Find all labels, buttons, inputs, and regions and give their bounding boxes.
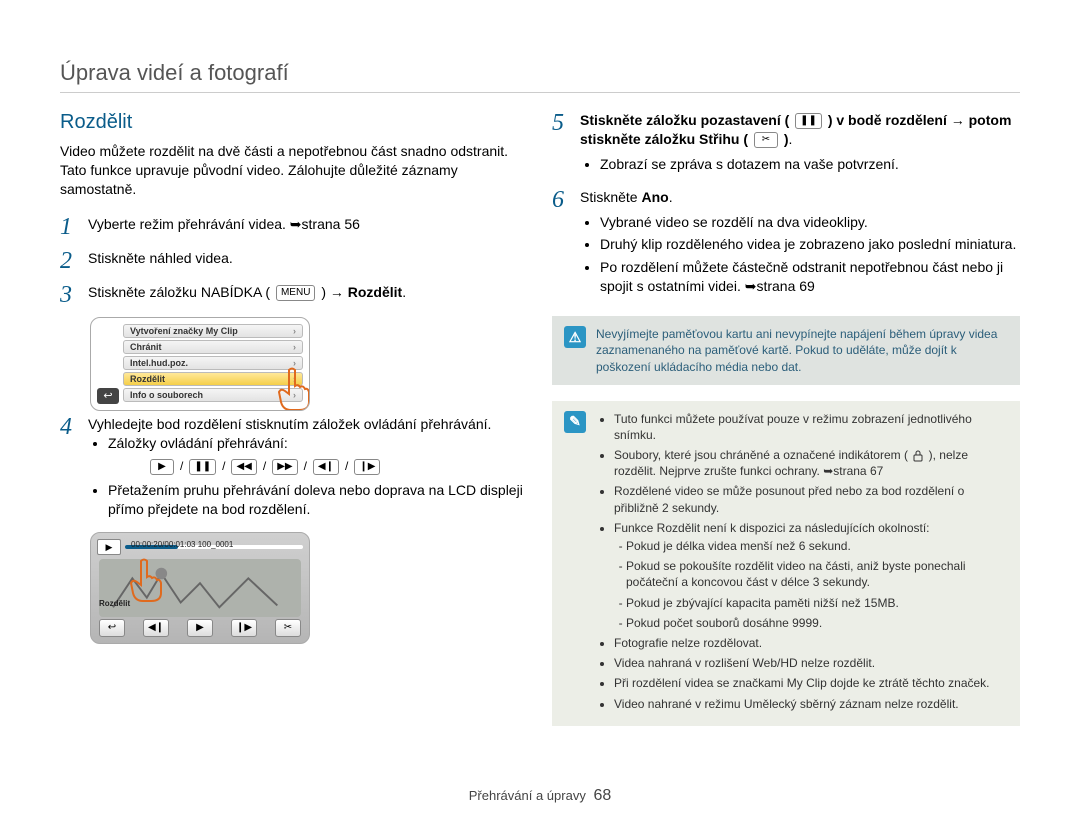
back-icon: ↩	[99, 619, 125, 637]
step-body: Stiskněte záložku pozastavení ( ❚❚ ) v b…	[580, 111, 1020, 178]
page-number: 68	[593, 787, 611, 804]
frame-fwd-icon: ❙▶	[231, 619, 257, 637]
step-text: Vyhledejte bod rozdělení stisknutím zálo…	[88, 415, 528, 434]
step-1: 1 Vyberte režim přehrávání videa. ➥stran…	[60, 215, 528, 239]
step-text-bold: ) v bodě rozdělení	[828, 112, 951, 128]
info-bullet: Při rozdělení videa se značkami My Clip …	[614, 675, 1008, 691]
back-icon: ↩	[97, 388, 119, 404]
step-text-bold: )	[784, 131, 789, 147]
intro-paragraph: Video můžete rozdělit na dvě části a nep…	[60, 142, 528, 199]
lock-icon	[911, 450, 925, 462]
chevron-right-icon: ›	[293, 342, 296, 352]
info-body: Tuto funkci můžete používat pouze v reži…	[596, 411, 1008, 716]
step-body: Vyhledejte bod rozdělení stisknutím zálo…	[88, 415, 528, 523]
info-note: ✎ Tuto funkci můžete používat pouze v re…	[552, 401, 1020, 726]
info-sub-bullet: Pokud je zbývající kapacita paměti nižší…	[626, 595, 1008, 611]
step-number: 4	[60, 415, 80, 523]
step-text: ) →	[321, 284, 347, 300]
step-text: Stiskněte záložku NABÍDKA (	[88, 284, 270, 300]
info-bullet: Tuto funkci můžete používat pouze v reži…	[614, 411, 1008, 443]
menu-item-label: Intel.hud.poz.	[130, 358, 188, 368]
split-screenshot: ▶ 00:00:20/00:01:03 100_0001 Rozdělit ↩ …	[90, 532, 310, 644]
info-bullet: Rozdělené video se může posunout před ne…	[614, 483, 1008, 515]
menu-icon: MENU	[276, 285, 315, 301]
step-text: Stiskněte	[580, 189, 641, 205]
bullet: Přetažením pruhu přehrávání doleva nebo …	[108, 481, 528, 519]
step-number: 3	[60, 283, 80, 307]
menu-item-label: Rozdělit	[130, 374, 165, 384]
step-5: 5 Stiskněte záložku pozastavení ( ❚❚ ) v…	[552, 111, 1020, 178]
page-title: Úprava videí a fotografí	[60, 60, 1020, 93]
bullet: Záložky ovládání přehrávání: ▶/ ❚❚/ ◀◀/ …	[108, 434, 528, 475]
info-text: Soubory, které jsou chráněné a označené …	[614, 448, 908, 462]
pointing-hand-icon	[269, 364, 310, 411]
info-sub-bullet: Pokud je délka videa menší než 6 sekund.	[626, 538, 1008, 554]
bullet: Druhý klip rozděleného videa je zobrazen…	[600, 235, 1020, 254]
right-column: 5 Stiskněte záložku pozastavení ( ❚❚ ) v…	[552, 111, 1020, 779]
info-sub-bullet: Pokud počet souborů dosáhne 9999.	[626, 615, 1008, 631]
control-icons-row: ▶/ ❚❚/ ◀◀/ ▶▶/ ◀❙/ ❙▶	[148, 458, 528, 474]
step-text-bold: Ano	[641, 189, 668, 205]
step-text: Vyberte režim přehrávání videa. ➥strana …	[88, 216, 360, 232]
step-4: 4 Vyhledejte bod rozdělení stisknutím zá…	[60, 415, 528, 523]
menu-item-label: Chránit	[130, 342, 162, 352]
menu-item: Vytvoření značky My Clip ›	[123, 324, 303, 338]
forward-icon: ▶▶	[272, 459, 297, 475]
info-icon: ✎	[564, 411, 586, 433]
cut-icon: ✂	[754, 132, 778, 148]
menu-item-label: Info o souborech	[130, 390, 203, 400]
step-number: 2	[60, 249, 80, 273]
menu-item: Chránit ›	[123, 340, 303, 354]
step-3: 3 Stiskněte záložku NABÍDKA ( MENU ) → R…	[60, 283, 528, 307]
warning-text: Nevyjímejte paměťovou kartu ani nevypíne…	[596, 326, 1008, 375]
play-icon: ▶	[187, 619, 213, 637]
bullet: Vybrané video se rozdělí na dva videokli…	[600, 213, 1020, 232]
chevron-right-icon: ›	[293, 326, 296, 336]
pointing-hand-icon	[121, 555, 171, 605]
pause-icon: ❚❚	[189, 459, 216, 475]
info-bullet: Fotografie nelze rozdělovat.	[614, 635, 1008, 651]
info-text: Funkce Rozdělit není k dispozici za násl…	[614, 521, 930, 535]
bullet-text: Záložky ovládání přehrávání:	[108, 435, 288, 451]
warning-note: ⚠ Nevyjímejte paměťovou kartu ani nevypí…	[552, 316, 1020, 385]
warning-icon: ⚠	[564, 326, 586, 348]
menu-screenshot: Vytvoření značky My Clip › Chránit › Intel…	[90, 317, 310, 411]
step-text-bold: Stiskněte záložku pozastavení (	[580, 112, 793, 128]
bullet: Zobrazí se zpráva s dotazem na vaše potv…	[600, 155, 1020, 174]
timecode: 00:00:20/00:01:03 100_0001	[131, 540, 233, 549]
step-body: Stiskněte náhled videa.	[88, 249, 528, 273]
left-column: Rozdělit Video můžete rozdělit na dvě čá…	[60, 111, 528, 779]
pause-icon: ❚❚	[795, 113, 822, 129]
frame-fwd-icon: ❙▶	[354, 459, 380, 475]
step-body: Vyberte režim přehrávání videa. ➥strana …	[88, 215, 528, 239]
play-thumb-icon: ▶	[97, 539, 121, 555]
step-number: 1	[60, 215, 80, 239]
frame-back-icon: ◀❙	[143, 619, 169, 637]
step-body: Stiskněte Ano. Vybrané video se rozdělí …	[580, 188, 1020, 300]
step-number: 6	[552, 188, 572, 300]
info-bullet: Video nahrané v režimu Umělecký sběrný z…	[614, 696, 1008, 712]
info-bullet: Soubory, které jsou chráněné a označené …	[614, 447, 1008, 479]
cut-icon: ✂	[275, 619, 301, 637]
footer-section: Přehrávání a úpravy	[469, 788, 586, 803]
frame-back-icon: ◀❙	[313, 459, 339, 475]
info-sub-bullet: Pokud se pokoušíte rozdělit video na čás…	[626, 558, 1008, 590]
step-number: 5	[552, 111, 572, 178]
step-2: 2 Stiskněte náhled videa.	[60, 249, 528, 273]
menu-item-label: Vytvoření značky My Clip	[130, 326, 238, 336]
rewind-icon: ◀◀	[231, 459, 256, 475]
step-text-bold: Rozdělit	[348, 284, 402, 300]
step-body: Stiskněte záložku NABÍDKA ( MENU ) → Roz…	[88, 283, 528, 307]
footer: Přehrávání a úpravy 68	[60, 787, 1020, 805]
info-bullet: Videa nahraná v rozlišení Web/HD nelze r…	[614, 655, 1008, 671]
play-icon: ▶	[150, 459, 174, 475]
info-bullet: Funkce Rozdělit není k dispozici za násl…	[614, 520, 1008, 631]
bullet: Po rozdělení můžete částečně odstranit n…	[600, 258, 1020, 296]
step-6: 6 Stiskněte Ano. Vybrané video se rozděl…	[552, 188, 1020, 300]
section-title: Rozdělit	[60, 111, 528, 134]
